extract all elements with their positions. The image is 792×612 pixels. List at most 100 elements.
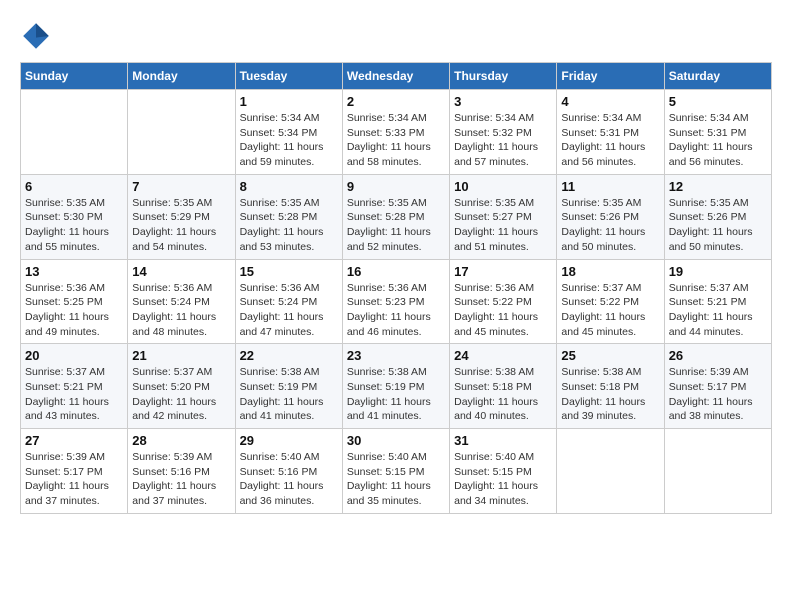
calendar-week-row: 1 Sunrise: 5:34 AM Sunset: 5:34 PM Daylig… — [21, 90, 772, 175]
calendar-cell: 2 Sunrise: 5:34 AM Sunset: 5:33 PM Daylig… — [342, 90, 449, 175]
calendar-cell: 18 Sunrise: 5:37 AM Sunset: 5:22 PM Dayli… — [557, 259, 664, 344]
day-number: 26 — [669, 348, 767, 363]
day-info: Sunrise: 5:40 AM Sunset: 5:16 PM Dayligh… — [240, 450, 338, 509]
calendar-table: SundayMondayTuesdayWednesdayThursdayFrid… — [20, 62, 772, 514]
calendar-cell: 26 Sunrise: 5:39 AM Sunset: 5:17 PM Dayli… — [664, 344, 771, 429]
calendar-cell — [557, 429, 664, 514]
calendar-cell: 25 Sunrise: 5:38 AM Sunset: 5:18 PM Dayli… — [557, 344, 664, 429]
day-number: 10 — [454, 179, 552, 194]
day-info: Sunrise: 5:37 AM Sunset: 5:21 PM Dayligh… — [669, 281, 767, 340]
column-header-monday: Monday — [128, 63, 235, 90]
day-info: Sunrise: 5:36 AM Sunset: 5:24 PM Dayligh… — [132, 281, 230, 340]
calendar-cell: 31 Sunrise: 5:40 AM Sunset: 5:15 PM Dayli… — [450, 429, 557, 514]
calendar-week-row: 13Sunrise: 5:36 AM Sunset: 5:25 PM Dayli… — [21, 259, 772, 344]
day-info: Sunrise: 5:35 AM Sunset: 5:28 PM Dayligh… — [240, 196, 338, 255]
calendar-cell: 4 Sunrise: 5:34 AM Sunset: 5:31 PM Daylig… — [557, 90, 664, 175]
calendar-cell: 21 Sunrise: 5:37 AM Sunset: 5:20 PM Dayli… — [128, 344, 235, 429]
day-number: 31 — [454, 433, 552, 448]
column-header-wednesday: Wednesday — [342, 63, 449, 90]
calendar-cell: 7 Sunrise: 5:35 AM Sunset: 5:29 PM Daylig… — [128, 174, 235, 259]
calendar-cell: 13Sunrise: 5:36 AM Sunset: 5:25 PM Dayli… — [21, 259, 128, 344]
day-info: Sunrise: 5:36 AM Sunset: 5:24 PM Dayligh… — [240, 281, 338, 340]
day-number: 21 — [132, 348, 230, 363]
logo-icon — [20, 20, 52, 52]
calendar-cell: 22 Sunrise: 5:38 AM Sunset: 5:19 PM Dayli… — [235, 344, 342, 429]
day-info: Sunrise: 5:40 AM Sunset: 5:15 PM Dayligh… — [347, 450, 445, 509]
day-info: Sunrise: 5:34 AM Sunset: 5:31 PM Dayligh… — [561, 111, 659, 170]
day-number: 5 — [669, 94, 767, 109]
day-number: 29 — [240, 433, 338, 448]
day-info: Sunrise: 5:38 AM Sunset: 5:18 PM Dayligh… — [454, 365, 552, 424]
column-header-tuesday: Tuesday — [235, 63, 342, 90]
day-info: Sunrise: 5:34 AM Sunset: 5:33 PM Dayligh… — [347, 111, 445, 170]
day-number: 6 — [25, 179, 123, 194]
day-number: 7 — [132, 179, 230, 194]
day-info: Sunrise: 5:37 AM Sunset: 5:21 PM Dayligh… — [25, 365, 123, 424]
day-number: 13 — [25, 264, 123, 279]
day-number: 3 — [454, 94, 552, 109]
day-number: 18 — [561, 264, 659, 279]
day-info: Sunrise: 5:39 AM Sunset: 5:17 PM Dayligh… — [669, 365, 767, 424]
calendar-cell: 9Sunrise: 5:35 AM Sunset: 5:28 PM Daylig… — [342, 174, 449, 259]
day-info: Sunrise: 5:34 AM Sunset: 5:32 PM Dayligh… — [454, 111, 552, 170]
day-number: 11 — [561, 179, 659, 194]
column-header-friday: Friday — [557, 63, 664, 90]
day-number: 2 — [347, 94, 445, 109]
calendar-cell: 11 Sunrise: 5:35 AM Sunset: 5:26 PM Dayli… — [557, 174, 664, 259]
day-number: 20 — [25, 348, 123, 363]
calendar-cell: 14 Sunrise: 5:36 AM Sunset: 5:24 PM Dayli… — [128, 259, 235, 344]
day-number: 22 — [240, 348, 338, 363]
day-number: 12 — [669, 179, 767, 194]
day-info: Sunrise: 5:39 AM Sunset: 5:17 PM Dayligh… — [25, 450, 123, 509]
column-header-sunday: Sunday — [21, 63, 128, 90]
day-info: Sunrise: 5:38 AM Sunset: 5:19 PM Dayligh… — [347, 365, 445, 424]
calendar-cell — [128, 90, 235, 175]
day-info: Sunrise: 5:40 AM Sunset: 5:15 PM Dayligh… — [454, 450, 552, 509]
calendar-header-row: SundayMondayTuesdayWednesdayThursdayFrid… — [21, 63, 772, 90]
day-info: Sunrise: 5:39 AM Sunset: 5:16 PM Dayligh… — [132, 450, 230, 509]
calendar-cell: 15 Sunrise: 5:36 AM Sunset: 5:24 PM Dayli… — [235, 259, 342, 344]
day-number: 28 — [132, 433, 230, 448]
day-number: 24 — [454, 348, 552, 363]
calendar-cell: 5 Sunrise: 5:34 AM Sunset: 5:31 PM Daylig… — [664, 90, 771, 175]
calendar-cell: 19 Sunrise: 5:37 AM Sunset: 5:21 PM Dayli… — [664, 259, 771, 344]
day-number: 25 — [561, 348, 659, 363]
day-info: Sunrise: 5:37 AM Sunset: 5:20 PM Dayligh… — [132, 365, 230, 424]
day-info: Sunrise: 5:38 AM Sunset: 5:19 PM Dayligh… — [240, 365, 338, 424]
calendar-cell: 27Sunrise: 5:39 AM Sunset: 5:17 PM Dayli… — [21, 429, 128, 514]
calendar-cell: 8Sunrise: 5:35 AM Sunset: 5:28 PM Daylig… — [235, 174, 342, 259]
day-number: 23 — [347, 348, 445, 363]
day-info: Sunrise: 5:34 AM Sunset: 5:34 PM Dayligh… — [240, 111, 338, 170]
day-number: 30 — [347, 433, 445, 448]
day-number: 4 — [561, 94, 659, 109]
day-info: Sunrise: 5:38 AM Sunset: 5:18 PM Dayligh… — [561, 365, 659, 424]
calendar-cell: 10 Sunrise: 5:35 AM Sunset: 5:27 PM Dayli… — [450, 174, 557, 259]
column-header-saturday: Saturday — [664, 63, 771, 90]
calendar-cell: 30 Sunrise: 5:40 AM Sunset: 5:15 PM Dayli… — [342, 429, 449, 514]
day-info: Sunrise: 5:34 AM Sunset: 5:31 PM Dayligh… — [669, 111, 767, 170]
column-header-thursday: Thursday — [450, 63, 557, 90]
day-info: Sunrise: 5:36 AM Sunset: 5:23 PM Dayligh… — [347, 281, 445, 340]
calendar-cell: 12 Sunrise: 5:35 AM Sunset: 5:26 PM Dayli… — [664, 174, 771, 259]
calendar-cell: 23 Sunrise: 5:38 AM Sunset: 5:19 PM Dayli… — [342, 344, 449, 429]
day-info: Sunrise: 5:36 AM Sunset: 5:22 PM Dayligh… — [454, 281, 552, 340]
day-info: Sunrise: 5:35 AM Sunset: 5:26 PM Dayligh… — [669, 196, 767, 255]
day-info: Sunrise: 5:35 AM Sunset: 5:26 PM Dayligh… — [561, 196, 659, 255]
day-info: Sunrise: 5:37 AM Sunset: 5:22 PM Dayligh… — [561, 281, 659, 340]
day-info: Sunrise: 5:35 AM Sunset: 5:30 PM Dayligh… — [25, 196, 123, 255]
day-info: Sunrise: 5:35 AM Sunset: 5:29 PM Dayligh… — [132, 196, 230, 255]
calendar-cell — [21, 90, 128, 175]
calendar-cell — [664, 429, 771, 514]
day-info: Sunrise: 5:35 AM Sunset: 5:27 PM Dayligh… — [454, 196, 552, 255]
calendar-cell: 24 Sunrise: 5:38 AM Sunset: 5:18 PM Dayli… — [450, 344, 557, 429]
page-header — [20, 20, 772, 52]
day-number: 15 — [240, 264, 338, 279]
calendar-week-row: 20 Sunrise: 5:37 AM Sunset: 5:21 PM Dayli… — [21, 344, 772, 429]
day-number: 14 — [132, 264, 230, 279]
day-number: 19 — [669, 264, 767, 279]
day-number: 16 — [347, 264, 445, 279]
calendar-cell: 3 Sunrise: 5:34 AM Sunset: 5:32 PM Daylig… — [450, 90, 557, 175]
calendar-cell: 20 Sunrise: 5:37 AM Sunset: 5:21 PM Dayli… — [21, 344, 128, 429]
day-number: 1 — [240, 94, 338, 109]
calendar-cell: 17Sunrise: 5:36 AM Sunset: 5:22 PM Dayli… — [450, 259, 557, 344]
